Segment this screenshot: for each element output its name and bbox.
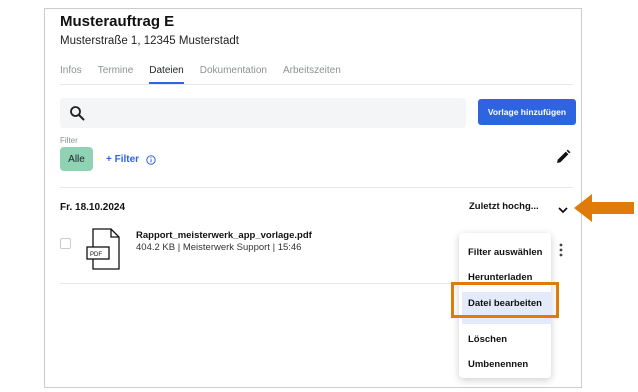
tab-dokumentation[interactable]: Dokumentation bbox=[200, 65, 267, 84]
more-options-icon[interactable] bbox=[557, 243, 565, 257]
filter-chip-all[interactable]: Alle bbox=[60, 147, 93, 171]
edit-pencil-icon[interactable] bbox=[555, 149, 571, 165]
highlight-box bbox=[451, 282, 559, 318]
add-template-button[interactable]: Vorlage hinzufügen bbox=[478, 99, 576, 125]
menu-item-loeschen[interactable]: Löschen bbox=[468, 334, 507, 345]
menu-item-filter-auswaehlen[interactable]: Filter auswählen bbox=[468, 247, 542, 258]
pdf-file-icon: PDF bbox=[86, 228, 120, 270]
file-meta: 404.2 KB | Meisterwerk Support | 15:46 bbox=[136, 242, 302, 253]
menu-item-umbenennen[interactable]: Umbenennen bbox=[468, 359, 528, 370]
sort-dropdown[interactable]: Zuletzt hochg... bbox=[469, 201, 539, 212]
info-icon[interactable] bbox=[146, 154, 156, 165]
divider bbox=[60, 187, 573, 188]
add-filter-button[interactable]: + Filter bbox=[106, 154, 156, 165]
file-checkbox[interactable] bbox=[60, 238, 71, 249]
filter-label: Filter bbox=[60, 136, 78, 145]
tab-termine[interactable]: Termine bbox=[98, 65, 134, 84]
tab-bar: Infos Termine Dateien Dokumentation Arbe… bbox=[60, 65, 341, 84]
search-input[interactable] bbox=[60, 98, 466, 128]
divider bbox=[60, 283, 461, 284]
pdf-type-label: PDF bbox=[90, 252, 102, 258]
order-card: Musterauftrag E Musterstraße 1, 12345 Mu… bbox=[44, 8, 582, 388]
tab-arbeitszeiten[interactable]: Arbeitszeiten bbox=[283, 65, 341, 84]
tab-infos[interactable]: Infos bbox=[60, 65, 82, 84]
add-filter-label: + Filter bbox=[106, 154, 140, 165]
date-group-header: Fr. 18.10.2024 bbox=[60, 202, 126, 213]
tab-dateien[interactable]: Dateien bbox=[149, 65, 184, 84]
search-icon bbox=[70, 106, 85, 121]
tab-divider bbox=[60, 84, 573, 85]
address-text: Musterstraße 1, 12345 Musterstadt bbox=[60, 35, 239, 47]
pointer-arrow-icon bbox=[574, 194, 634, 222]
page-title: Musterauftrag E bbox=[60, 13, 175, 30]
file-name[interactable]: Rapport_meisterwerk_app_vorlage.pdf bbox=[136, 230, 312, 241]
chevron-down-icon[interactable] bbox=[556, 203, 570, 217]
